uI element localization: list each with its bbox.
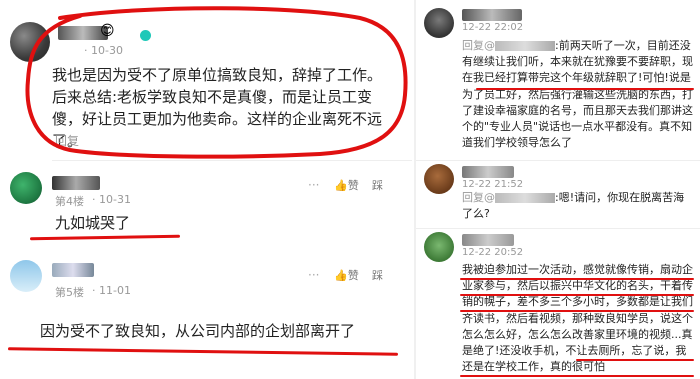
avatar[interactable]	[424, 164, 454, 194]
comment-text: 九如城哭了	[55, 214, 131, 232]
username-redacted[interactable]	[462, 9, 522, 21]
like-button[interactable]: 👍赞	[334, 267, 359, 283]
comment-time: 12-22 20:52	[462, 247, 524, 258]
red-underline	[460, 375, 694, 377]
right-comment-pane: 12-22 22:02 回复@:前两天听了一次，目前还没有继续让我们听，本来就在…	[414, 0, 700, 379]
thumbs-up-icon: 👍	[334, 269, 348, 282]
red-underline	[7, 347, 399, 356]
like-button[interactable]: 👍赞	[334, 177, 359, 193]
avatar[interactable]	[424, 8, 454, 38]
reply-text: 回复@:嗯!请问，你现在脱离苦海了么?	[462, 190, 694, 222]
divider	[416, 228, 700, 229]
dislike-button[interactable]: 踩	[372, 177, 383, 193]
comment-time: 12-22 21:52	[462, 179, 524, 190]
reply-body: :前两天听了一次，目前还没有继续让我们听，本来就在犹豫要不要辞职，现在我已经打算…	[462, 39, 693, 150]
avatar[interactable]	[10, 172, 42, 204]
emoji-icon: 😊	[100, 23, 115, 39]
left-comment-pane: 😊 · 10-30 我也是因为受不了原单位搞致良知，辞掉了工作。后来总结:老板学…	[0, 0, 412, 379]
red-underline	[29, 234, 181, 241]
divider	[52, 160, 412, 161]
dislike-label: 踩	[372, 179, 383, 192]
reply-link[interactable]: 回复	[55, 132, 79, 149]
comment-text: 我也是因为受不了原单位搞致良知，辞掉了工作。后来总结:老板学致良知不是真傻，而是…	[52, 66, 383, 150]
username-redacted[interactable]	[462, 166, 514, 178]
username-redacted[interactable]	[462, 234, 514, 246]
like-label: 赞	[347, 269, 359, 282]
comment-time: 12-22 22:02	[462, 22, 524, 33]
more-icon[interactable]: ···	[308, 178, 319, 192]
mention-redacted[interactable]	[495, 41, 555, 51]
floor-number: 第4楼	[55, 195, 84, 208]
reply-prefix: 回复@	[462, 191, 495, 204]
floor-number: 第5楼	[55, 286, 84, 299]
red-underline	[576, 359, 694, 361]
reply-text: 回复@:前两天听了一次，目前还没有继续让我们听，本来就在犹豫要不要辞职，现在我已…	[462, 38, 694, 151]
dislike-button[interactable]: 踩	[372, 267, 383, 283]
red-underline	[476, 88, 694, 90]
avatar[interactable]	[424, 232, 454, 262]
dislike-label: 踩	[372, 269, 383, 282]
comment-time: · 11-01	[92, 284, 131, 297]
username-redacted[interactable]	[52, 176, 100, 190]
like-label: 赞	[347, 179, 359, 192]
divider	[416, 160, 700, 161]
comment-time: · 10-30	[84, 44, 123, 57]
avatar[interactable]	[10, 22, 50, 62]
comment-text: 因为受不了致良知，从公司内部的企划部离开了	[40, 322, 356, 340]
more-icon[interactable]: ···	[308, 268, 319, 282]
red-underline	[460, 310, 694, 312]
mention-redacted[interactable]	[495, 193, 555, 203]
red-underline	[460, 278, 694, 280]
reply-prefix: 回复@	[462, 39, 495, 52]
username-redacted[interactable]	[52, 263, 94, 277]
thumbs-up-icon: 👍	[334, 179, 348, 192]
vip-badge-icon	[140, 30, 151, 41]
avatar[interactable]	[10, 260, 42, 292]
red-underline	[460, 294, 694, 296]
comment-time: · 10-31	[92, 193, 131, 206]
